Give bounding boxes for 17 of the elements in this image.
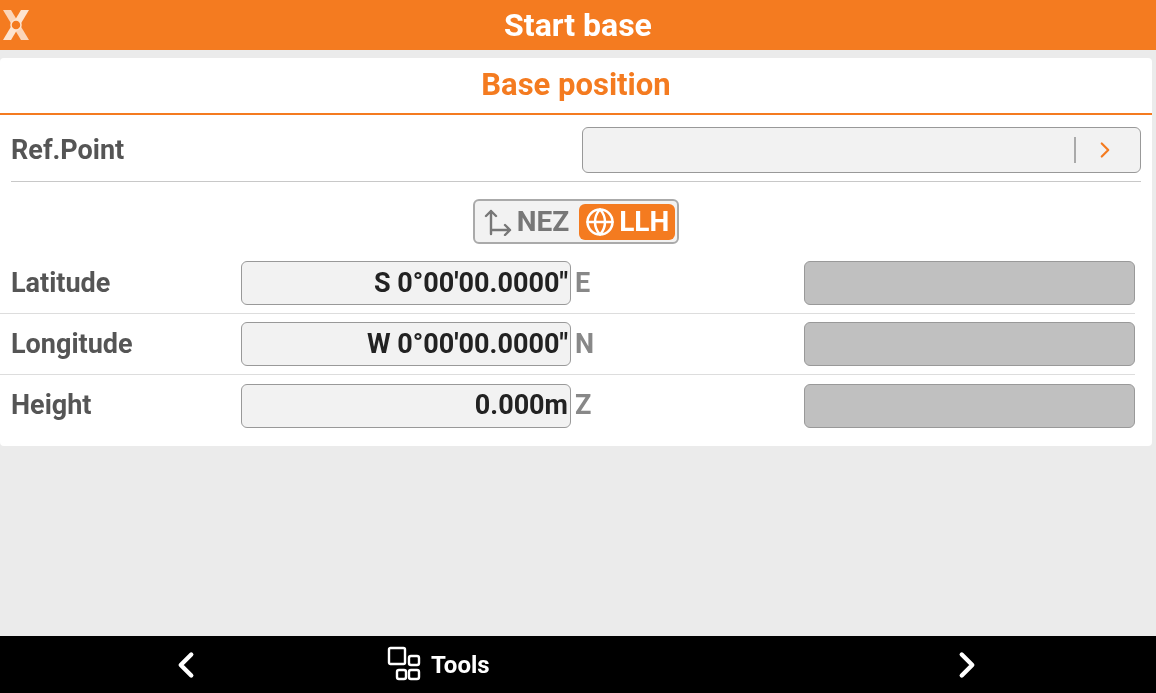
value-field[interactable]: 0.000m (241, 383, 571, 428)
field-label: Z (575, 388, 593, 424)
field-label: Height (11, 388, 93, 424)
section-title: Base position (481, 65, 671, 106)
field-label: N (575, 326, 596, 362)
field-label: Ref.Point (11, 132, 126, 168)
tools-button[interactable]: Tools (387, 645, 490, 684)
field-label: E (575, 265, 592, 301)
field-label: Longitude (11, 326, 134, 362)
axes-icon (482, 207, 513, 236)
value-field[interactable]: S 0°00'00.0000" (241, 261, 571, 305)
window-title: Start base (504, 6, 652, 44)
ref-point-selector[interactable] (582, 127, 1141, 173)
mode-tab[interactable]: NEZ (476, 203, 576, 240)
globe-icon (585, 206, 616, 237)
field-label: Latitude (11, 265, 112, 301)
value-field[interactable]: W 0°00'00.0000" (241, 322, 571, 366)
